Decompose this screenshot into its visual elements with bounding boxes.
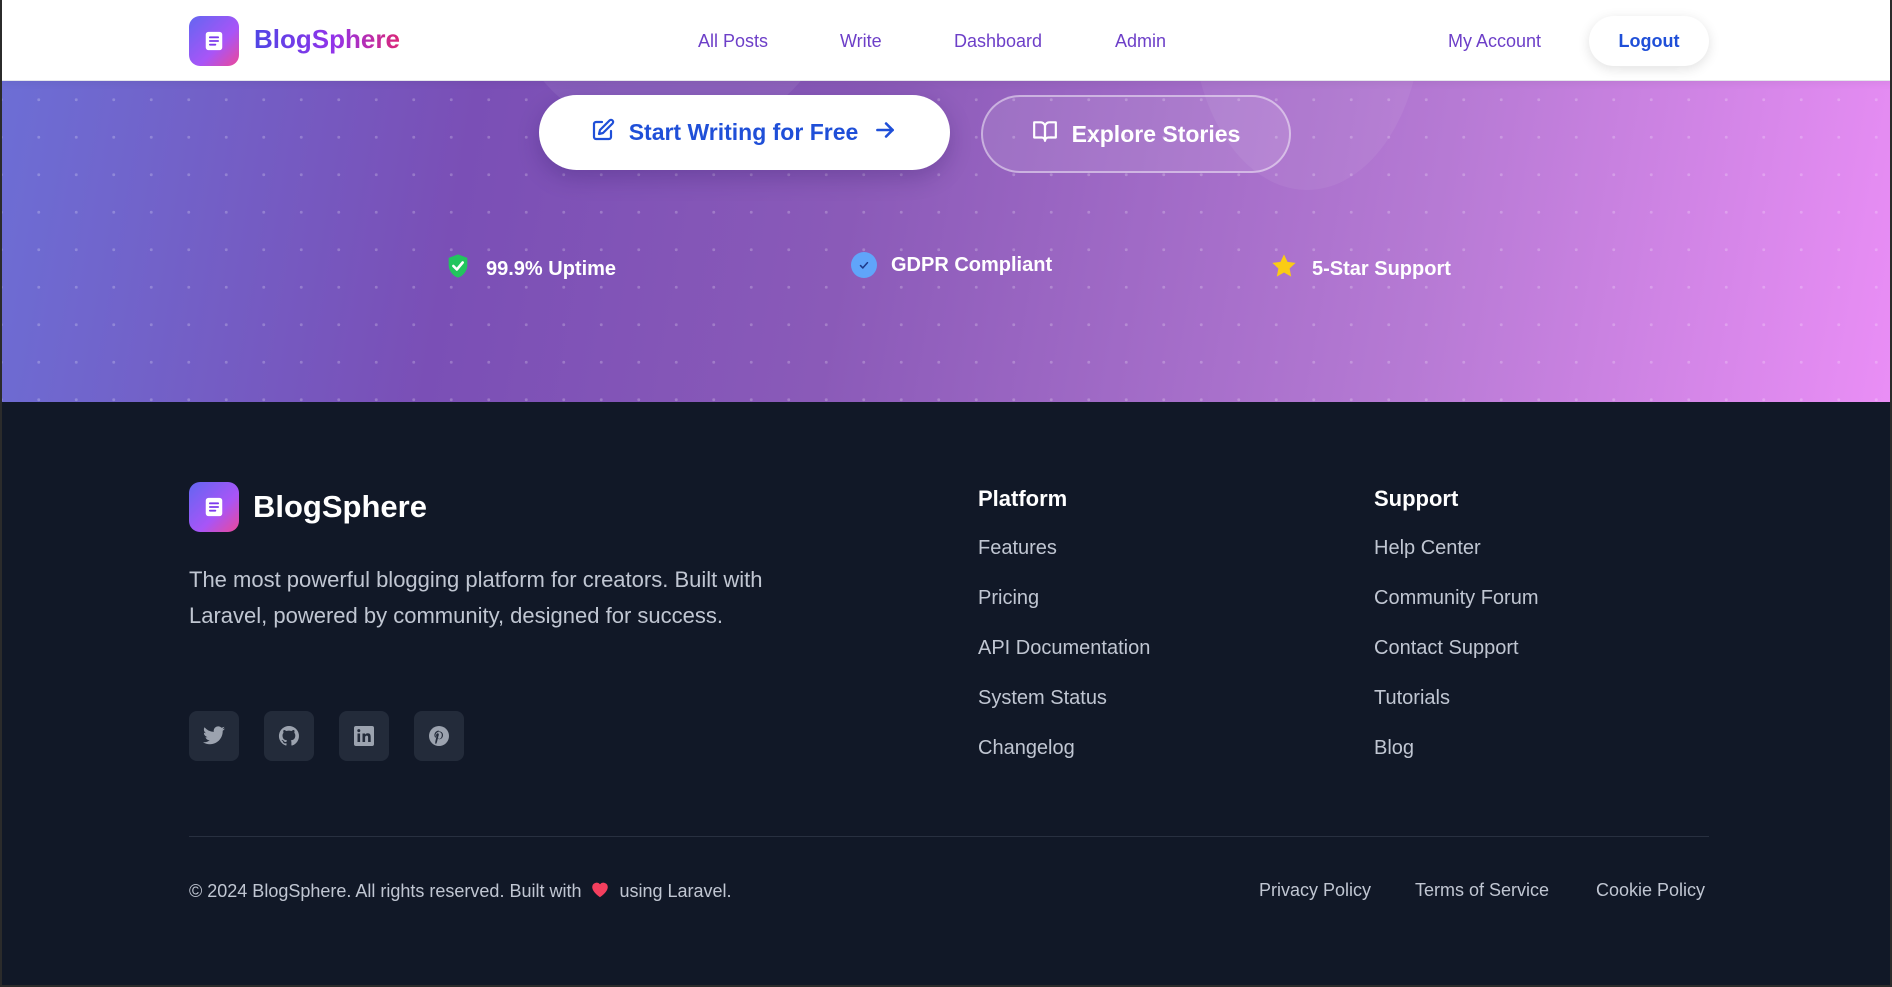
support-label: 5-Star Support <box>1312 257 1451 280</box>
footer-logo-icon[interactable] <box>189 482 239 532</box>
copyright-text: © 2024 BlogSphere. All rights reserved. … <box>189 880 732 903</box>
logout-button[interactable]: Logout <box>1589 16 1709 66</box>
nav-link-dashboard[interactable]: Dashboard <box>954 31 1042 52</box>
pinterest-icon[interactable] <box>414 711 464 761</box>
footer-link-tutorials[interactable]: Tutorials <box>1374 684 1538 734</box>
footer-support-column: Support Help Center Community Forum Cont… <box>1374 486 1538 784</box>
blogsphere-logo-icon[interactable] <box>189 16 239 66</box>
hero-cta-row: Start Writing for Free Explore Stories <box>2 95 1890 173</box>
trust-badges: 99.9% Uptime GDPR Compliant 5-Star Suppo… <box>2 252 1890 282</box>
nav-link-admin[interactable]: Admin <box>1115 31 1166 52</box>
book-open-icon <box>1032 118 1058 150</box>
footer-link-pricing[interactable]: Pricing <box>978 584 1150 634</box>
footer-link-blog[interactable]: Blog <box>1374 734 1538 784</box>
privacy-policy-link[interactable]: Privacy Policy <box>1259 880 1371 901</box>
star-icon <box>1270 252 1298 286</box>
footer-divider <box>189 836 1709 837</box>
gdpr-badge: GDPR Compliant <box>851 252 1052 278</box>
linkedin-icon[interactable] <box>339 711 389 761</box>
heart-icon <box>590 880 610 903</box>
social-links <box>189 711 464 761</box>
footer-link-system-status[interactable]: System Status <box>978 684 1150 734</box>
top-navbar: BlogSphere All Posts Write Dashboard Adm… <box>2 0 1890 81</box>
edit-icon <box>591 118 615 148</box>
start-writing-label: Start Writing for Free <box>628 119 859 145</box>
footer-brand-name: BlogSphere <box>253 489 427 524</box>
footer-link-contact-support[interactable]: Contact Support <box>1374 634 1538 684</box>
nav-link-all-posts[interactable]: All Posts <box>698 31 768 52</box>
arrow-right-icon <box>872 117 898 149</box>
uptime-badge: 99.9% Uptime <box>444 252 616 286</box>
explore-stories-button[interactable]: Explore Stories <box>981 95 1291 173</box>
twitter-icon[interactable] <box>189 711 239 761</box>
site-footer: BlogSphere The most powerful blogging pl… <box>2 402 1890 985</box>
footer-link-features[interactable]: Features <box>978 534 1150 584</box>
copyright-suffix: using Laravel. <box>619 881 732 901</box>
verified-badge-icon <box>851 252 877 278</box>
footer-description: The most powerful blogging platform for … <box>189 567 763 628</box>
footer-link-api-docs[interactable]: API Documentation <box>978 634 1150 684</box>
app-window: Start Writing for Free Explore Stories 9… <box>0 0 1892 987</box>
gdpr-label: GDPR Compliant <box>891 253 1053 276</box>
footer-platform-column: Platform Features Pricing API Documentat… <box>978 486 1150 784</box>
footer-link-community-forum[interactable]: Community Forum <box>1374 584 1538 634</box>
nav-link-write[interactable]: Write <box>840 31 882 52</box>
support-heading: Support <box>1374 486 1459 511</box>
nav-brand-name[interactable]: BlogSphere <box>254 24 400 55</box>
terms-of-service-link[interactable]: Terms of Service <box>1415 880 1549 901</box>
my-account-link[interactable]: My Account <box>1448 31 1541 52</box>
cookie-policy-link[interactable]: Cookie Policy <box>1596 880 1705 901</box>
copyright-prefix: © 2024 BlogSphere. All rights reserved. … <box>189 881 582 901</box>
platform-heading: Platform <box>978 486 1068 511</box>
shield-check-icon <box>444 252 472 286</box>
uptime-label: 99.9% Uptime <box>486 257 617 280</box>
explore-stories-label: Explore Stories <box>1071 120 1241 147</box>
support-badge: 5-Star Support <box>1270 252 1451 286</box>
footer-link-help-center[interactable]: Help Center <box>1374 534 1538 584</box>
start-writing-button[interactable]: Start Writing for Free <box>539 95 950 170</box>
github-icon[interactable] <box>264 711 314 761</box>
footer-link-changelog[interactable]: Changelog <box>978 734 1150 784</box>
